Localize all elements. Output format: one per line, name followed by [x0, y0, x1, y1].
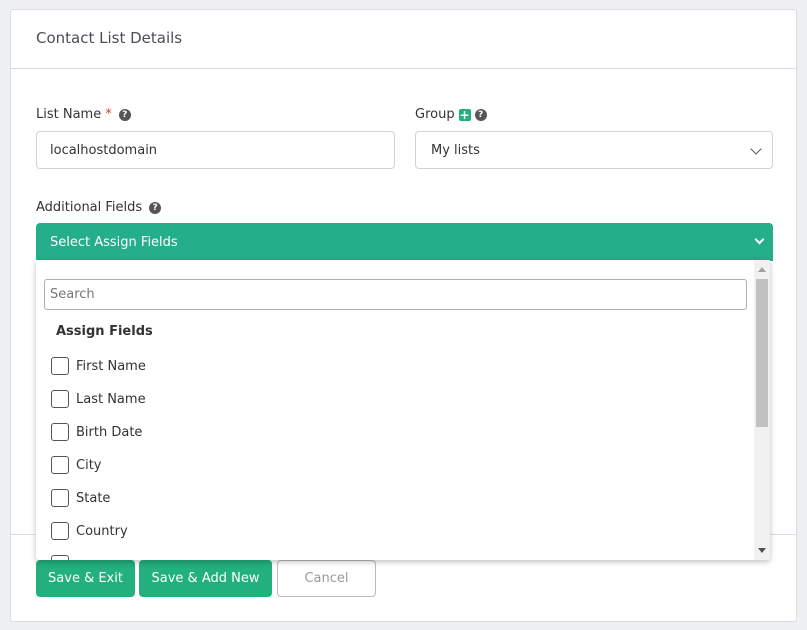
assign-fields-select[interactable]: Select Assign Fields [36, 223, 773, 261]
save-add-new-button[interactable]: Save & Add New [139, 560, 272, 597]
list-item[interactable]: City [51, 456, 101, 474]
checkbox[interactable] [51, 489, 69, 507]
help-icon[interactable]: ? [118, 108, 131, 121]
additional-fields-label-row: Additional Fields ? [36, 200, 162, 215]
list-item-partial[interactable] [51, 555, 69, 560]
help-icon[interactable]: ? [149, 201, 162, 214]
checkbox[interactable] [51, 423, 69, 441]
search-input[interactable]: Search [44, 279, 747, 310]
group-selected-value: My lists [431, 142, 480, 158]
list-name-input[interactable]: localhostdomain [36, 131, 395, 169]
list-item[interactable]: State [51, 489, 110, 507]
scroll-down-arrow-icon[interactable] [758, 548, 766, 553]
list-name-label: List Name [36, 107, 102, 122]
save-exit-button[interactable]: Save & Exit [36, 560, 135, 597]
cancel-button[interactable]: Cancel [277, 560, 376, 597]
checkbox[interactable] [51, 555, 69, 560]
additional-fields-label: Additional Fields [36, 200, 143, 215]
chevron-down-icon [754, 234, 765, 245]
checkbox[interactable] [51, 390, 69, 408]
assign-fields-dropdown: Search Assign Fields First Name Last Nam… [36, 260, 770, 560]
add-group-icon[interactable]: + [458, 108, 471, 121]
scrollbar-thumb[interactable] [756, 279, 768, 427]
required-mark: * [105, 107, 112, 122]
checkbox[interactable] [51, 456, 69, 474]
group-label: Group [415, 107, 455, 122]
checkbox[interactable] [51, 522, 69, 540]
option-label: City [76, 457, 102, 473]
list-item[interactable]: Country [51, 522, 128, 540]
scroll-up-arrow-icon[interactable] [758, 267, 766, 272]
chevron-down-icon [750, 143, 762, 155]
option-label: Last Name [76, 391, 146, 407]
help-icon[interactable]: ? [474, 108, 487, 121]
option-label: Country [76, 523, 128, 539]
list-item[interactable]: First Name [51, 357, 146, 375]
card-header: Contact List Details [11, 10, 796, 69]
checkbox[interactable] [51, 357, 69, 375]
card-title: Contact List Details [36, 29, 183, 47]
option-label: First Name [76, 358, 146, 374]
list-item[interactable]: Birth Date [51, 423, 142, 441]
group-select[interactable]: My lists [415, 131, 773, 169]
dropdown-group-label: Assign Fields [56, 324, 153, 339]
option-label: State [76, 490, 111, 506]
dropdown-scrollbar[interactable] [754, 260, 770, 560]
group-label-row: Group + ? [415, 107, 487, 122]
list-item[interactable]: Last Name [51, 390, 146, 408]
option-label: Birth Date [76, 424, 143, 440]
list-name-label-row: List Name * ? [36, 107, 131, 122]
assign-fields-select-label: Select Assign Fields [50, 234, 178, 250]
